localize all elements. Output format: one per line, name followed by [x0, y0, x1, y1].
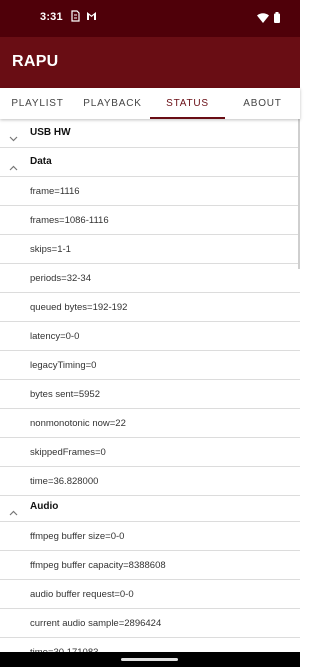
item-label: current audio sample=2896424 [30, 618, 162, 629]
list-item: periods=32-34 [0, 264, 300, 293]
item-label: latency=0-0 [30, 331, 80, 342]
group-title: USB HW [30, 127, 71, 138]
sim-card-icon [71, 10, 80, 22]
tab-status[interactable]: STATUS [150, 88, 225, 119]
group-title: Data [30, 156, 52, 167]
item-label: time=36.828000 [30, 476, 99, 487]
tab-about[interactable]: ABOUT [225, 88, 300, 119]
group-header-usb-hw[interactable]: USB HW [0, 119, 300, 148]
status-list[interactable]: USB HW Data frame=1116 frames=1086-1116 … [0, 119, 300, 667]
item-label: ffmpeg buffer size=0-0 [30, 531, 125, 542]
list-item: audio buffer request=0-0 [0, 580, 300, 609]
list-item: frame=1116 [0, 177, 300, 206]
tab-playback[interactable]: PLAYBACK [75, 88, 150, 119]
list-item: queued bytes=192-192 [0, 293, 300, 322]
item-label: queued bytes=192-192 [30, 302, 128, 313]
item-label: frame=1116 [30, 186, 80, 197]
list-item: current audio sample=2896424 [0, 609, 300, 638]
list-item: skips=1-1 [0, 235, 300, 264]
list-item: ffmpeg buffer capacity=8388608 [0, 551, 300, 580]
tab-bar: PLAYLIST PLAYBACK STATUS ABOUT [0, 88, 300, 119]
app-bar: RAPU [0, 37, 300, 88]
group-header-audio[interactable]: Audio [0, 493, 300, 522]
scrollbar[interactable] [298, 119, 300, 269]
chevron-up-icon [9, 158, 18, 176]
item-label: nonmonotonic now=22 [30, 418, 126, 429]
item-label: skippedFrames=0 [30, 447, 106, 458]
item-label: frames=1086-1116 [30, 215, 109, 226]
list-item: latency=0-0 [0, 322, 300, 351]
item-label: bytes sent=5952 [30, 389, 100, 400]
chevron-down-icon [9, 129, 18, 147]
navigation-bar [0, 652, 300, 667]
app-title: RAPU [12, 53, 59, 70]
status-time: 3:31 [40, 11, 63, 23]
item-label: ffmpeg buffer capacity=8388608 [30, 560, 166, 571]
list-item: skippedFrames=0 [0, 438, 300, 467]
item-label: periods=32-34 [30, 273, 92, 284]
tab-playlist[interactable]: PLAYLIST [0, 88, 75, 119]
list-item: bytes sent=5952 [0, 380, 300, 409]
list-item: time=36.828000 [0, 467, 300, 496]
chevron-up-icon [9, 503, 18, 521]
item-label: skips=1-1 [30, 244, 71, 255]
list-item: ffmpeg buffer size=0-0 [0, 522, 300, 551]
tab-indicator [150, 117, 225, 119]
wifi-icon [257, 12, 269, 23]
group-title: Audio [30, 501, 59, 512]
home-handle[interactable] [121, 658, 178, 661]
list-item: frames=1086-1116 [0, 206, 300, 235]
list-item: nonmonotonic now=22 [0, 409, 300, 438]
gmail-icon [86, 10, 97, 22]
group-header-data[interactable]: Data [0, 148, 300, 177]
status-bar: 3:31 [0, 0, 300, 37]
item-label: legacyTiming=0 [30, 360, 97, 371]
battery-icon [274, 12, 280, 23]
item-label: audio buffer request=0-0 [30, 589, 134, 600]
list-item: legacyTiming=0 [0, 351, 300, 380]
